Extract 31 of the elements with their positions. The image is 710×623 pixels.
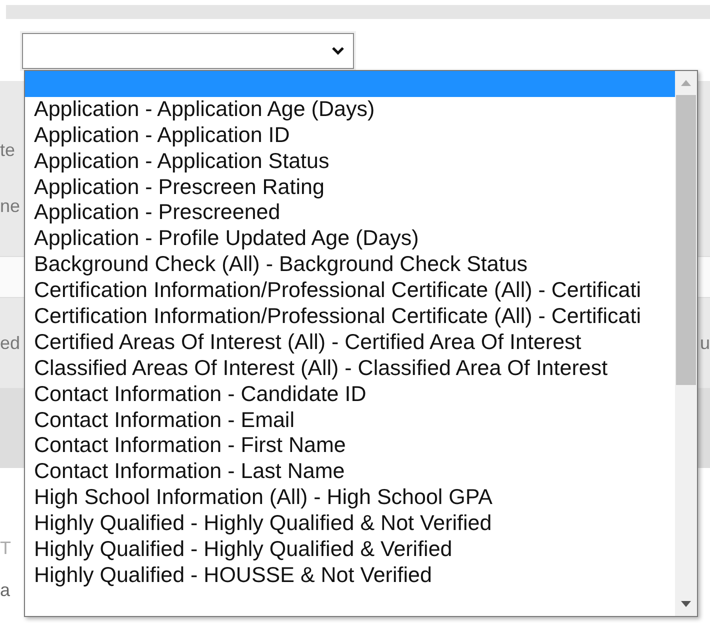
text-fragment: ne bbox=[0, 196, 20, 217]
dropdown-option[interactable]: Contact Information - Candidate ID bbox=[25, 382, 675, 408]
dropdown-option[interactable]: Application - Profile Updated Age (Days) bbox=[25, 226, 675, 252]
scroll-down-icon[interactable] bbox=[680, 600, 692, 608]
scrollbar[interactable] bbox=[675, 71, 697, 616]
dropdown-option[interactable]: Highly Qualified - Highly Qualified & Not Verified bbox=[25, 511, 675, 538]
scrollbar-thumb[interactable] bbox=[676, 95, 696, 385]
dropdown-option[interactable]: Application - Prescreened bbox=[25, 200, 675, 226]
dropdown-option[interactable]: Contact Information - Last Name bbox=[25, 459, 675, 486]
dropdown-option[interactable]: Classified Areas Of Interest (All) - Classified Area Of Interest bbox=[25, 356, 675, 382]
dropdown-option[interactable]: Application - Application ID bbox=[25, 122, 675, 149]
text-fragment: te bbox=[0, 140, 16, 161]
dropdown-option[interactable]: Contact Information - Email bbox=[25, 408, 675, 434]
chevron-down-icon bbox=[331, 46, 345, 56]
dropdown-option[interactable]: Background Check (All) - Background Check Status bbox=[25, 252, 675, 278]
dropdown-option[interactable]: High School Information (All) - High School GPA bbox=[25, 485, 675, 512]
text-fragment: u bbox=[700, 332, 710, 354]
heading-fragment: T bbox=[0, 538, 11, 558]
dropdown-option[interactable]: Certified Areas Of Interest (All) - Certified Area Of Interest bbox=[25, 330, 675, 356]
dropdown-option[interactable]: Certification Information/Professional Certificate (All) - Certificati bbox=[25, 278, 675, 304]
text-fragment: ed bbox=[0, 332, 20, 354]
dropdown-select[interactable] bbox=[22, 33, 354, 69]
text-fragment: a bbox=[0, 580, 10, 600]
scroll-up-icon[interactable] bbox=[680, 79, 692, 87]
dropdown-option[interactable]: Contact Information - First Name bbox=[25, 433, 675, 460]
dropdown-option[interactable]: Certification Information/Professional Certificate (All) - Certificati bbox=[25, 304, 675, 330]
dropdown-option[interactable]: Highly Qualified - HOUSSE & Not Verified bbox=[25, 562, 675, 589]
dropdown-option[interactable]: Application - Application Age (Days) bbox=[25, 96, 675, 123]
dropdown-option[interactable]: Highly Qualified - Highly Qualified & Verified bbox=[25, 537, 675, 563]
dropdown-option[interactable]: Application - Prescreen Rating bbox=[25, 174, 675, 200]
dropdown-option[interactable]: Application - Application Status bbox=[25, 148, 675, 175]
